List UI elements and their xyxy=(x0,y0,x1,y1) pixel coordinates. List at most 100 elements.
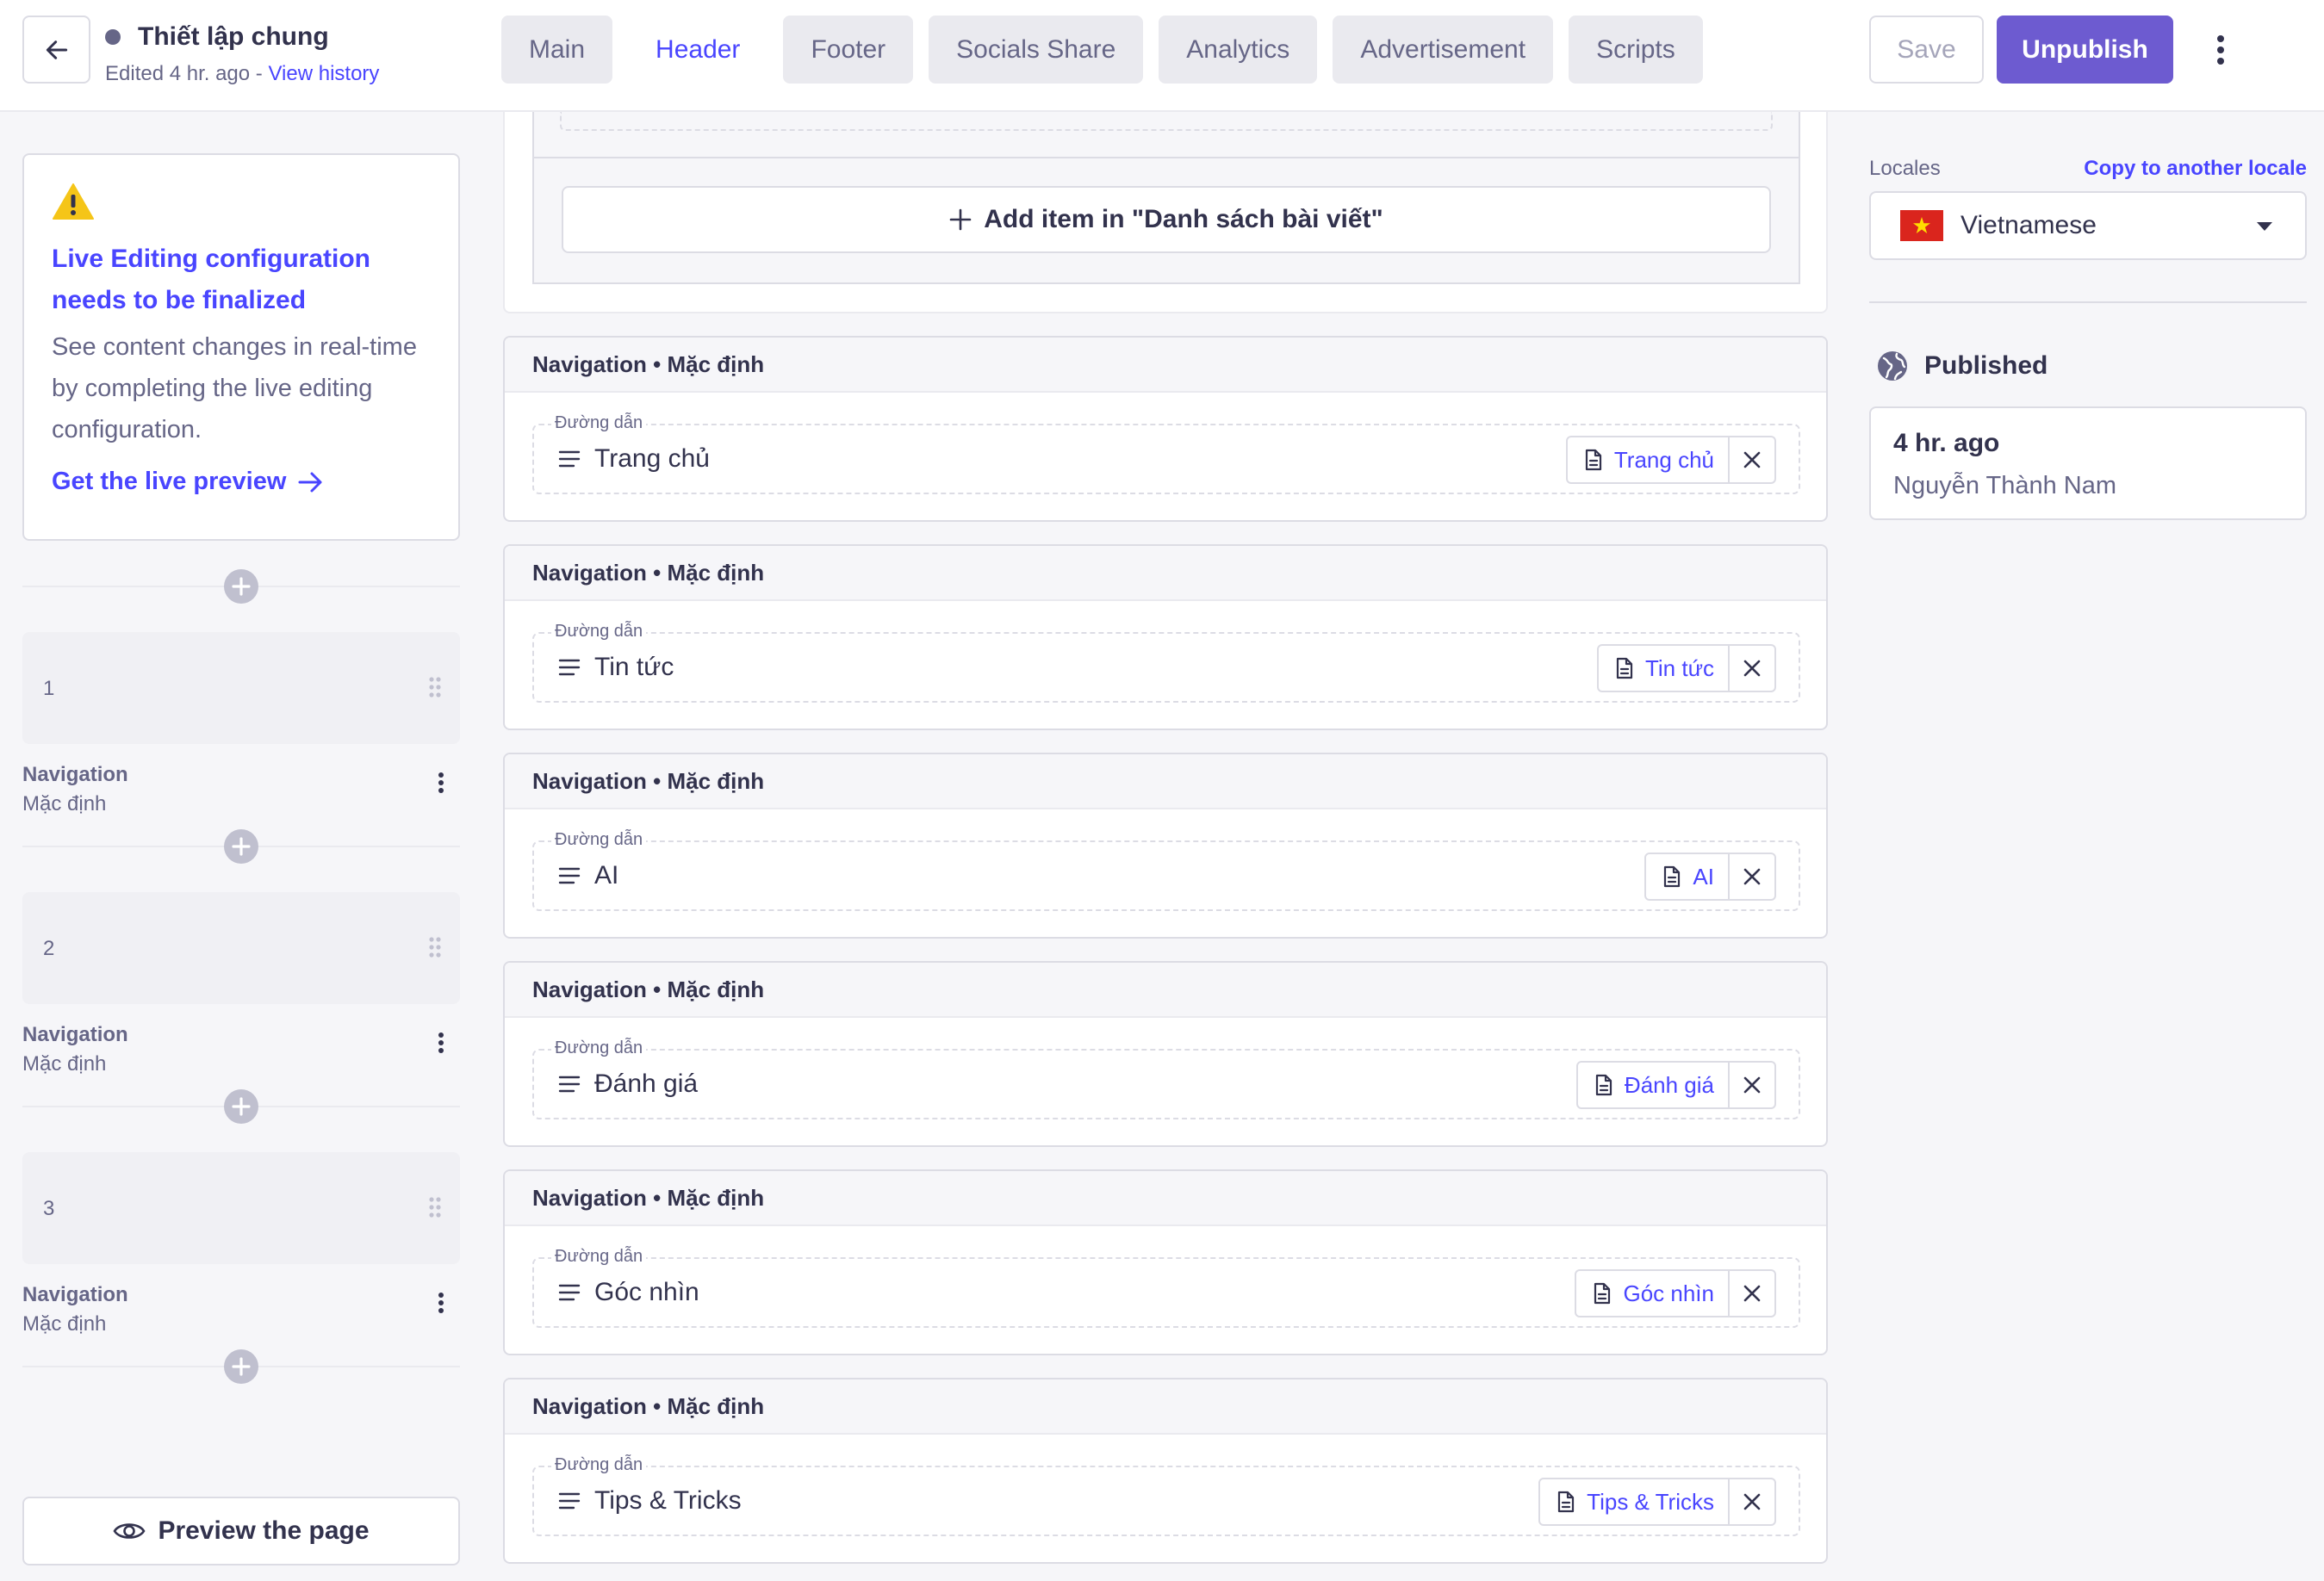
zone-component-variant: Mặc định xyxy=(22,792,107,815)
tab-main[interactable]: Main xyxy=(501,16,613,84)
component-title: Navigation • Mặc định xyxy=(505,546,1826,601)
zone-component-preview[interactable]: 3 xyxy=(22,1152,460,1264)
add-zone-divider xyxy=(22,1089,460,1124)
zone-number: 2 xyxy=(43,937,55,960)
field-value: Tin tức xyxy=(594,653,674,681)
zone-number: 3 xyxy=(43,1197,55,1220)
warning-icon xyxy=(53,183,94,220)
add-item-button[interactable]: Add item in "Danh sách bài viết" xyxy=(562,186,1771,253)
globe-icon xyxy=(1878,351,1907,381)
close-icon xyxy=(1743,867,1762,886)
relation-link[interactable]: AI xyxy=(1646,854,1730,899)
edited-text: Edited 4 hr. ago - xyxy=(105,62,269,85)
relation-chip: Góc nhìn xyxy=(1575,1269,1776,1318)
component-title: Navigation • Mặc định xyxy=(505,1171,1826,1226)
remove-relation-button[interactable] xyxy=(1730,1063,1774,1107)
relation-link[interactable]: Tin tức xyxy=(1599,646,1730,691)
more-vertical-icon xyxy=(438,772,444,794)
page-title: Thiết lập chung xyxy=(138,22,329,51)
relation-link[interactable]: Đánh giá xyxy=(1578,1063,1730,1107)
add-component-button[interactable] xyxy=(224,1349,258,1384)
navigation-component-card: Navigation • Mặc định Đường dẫn Tips & Tri… xyxy=(503,1378,1828,1564)
text-lines-icon xyxy=(558,1074,581,1094)
relation-link[interactable]: Tips & Tricks xyxy=(1540,1479,1730,1524)
close-icon xyxy=(1743,659,1762,678)
path-field[interactable]: Đường dẫn Tin tức Tin tức xyxy=(532,622,1800,703)
document-icon xyxy=(1594,1074,1614,1096)
view-history-link[interactable]: View history xyxy=(268,62,379,85)
zone-options-button[interactable] xyxy=(438,1292,444,1318)
more-options-button[interactable] xyxy=(2205,28,2236,72)
drag-handle-icon[interactable] xyxy=(427,1195,443,1219)
copy-locale-link[interactable]: Copy to another locale xyxy=(2084,157,2307,181)
remove-relation-button[interactable] xyxy=(1730,1479,1774,1524)
field-value: AI xyxy=(594,861,619,890)
add-component-button[interactable] xyxy=(224,569,258,604)
zone-options-button[interactable] xyxy=(438,1032,444,1058)
locales-header: Locales Copy to another locale xyxy=(1869,157,2307,181)
field-label: Đường dẫn xyxy=(551,1455,647,1475)
tab-footer[interactable]: Footer xyxy=(783,16,914,84)
caret-down-icon xyxy=(2257,222,2272,231)
tab-socials-share[interactable]: Socials Share xyxy=(929,16,1144,84)
previous-item-field xyxy=(560,112,1773,131)
field-value: Tips & Tricks xyxy=(594,1486,742,1515)
relation-link-label: Tin tức xyxy=(1644,654,1714,681)
relation-link[interactable]: Góc nhìn xyxy=(1576,1271,1730,1316)
field-value-wrap: Tips & Tricks xyxy=(558,1486,742,1516)
path-field[interactable]: Đường dẫn Góc nhìn Góc nhìn xyxy=(532,1247,1800,1328)
remove-relation-button[interactable] xyxy=(1730,854,1774,899)
path-field[interactable]: Đường dẫn Đánh giá Đánh giá xyxy=(532,1038,1800,1119)
published-status: Published xyxy=(1876,350,2047,382)
tab-scripts[interactable]: Scripts xyxy=(1569,16,1703,84)
field-value-wrap: Tin tức xyxy=(558,653,674,682)
field-value-wrap: Góc nhìn xyxy=(558,1278,699,1307)
zone-component-name: Navigation xyxy=(22,763,128,786)
add-component-button[interactable] xyxy=(224,829,258,864)
zone-component-meta: Navigation Mặc định xyxy=(22,744,460,815)
tab-header[interactable]: Header xyxy=(628,16,767,84)
zone-component-preview[interactable]: 1 xyxy=(22,632,460,744)
tab-analytics[interactable]: Analytics xyxy=(1159,16,1318,84)
vietnam-flag-icon xyxy=(1900,210,1943,241)
remove-relation-button[interactable] xyxy=(1730,646,1774,691)
field-label: Đường dẫn xyxy=(551,413,647,433)
zone-component-meta: Navigation Mặc định xyxy=(22,1264,460,1336)
field-value-wrap: Đánh giá xyxy=(558,1070,698,1099)
back-button[interactable] xyxy=(22,16,90,84)
save-button[interactable]: Save xyxy=(1869,16,1984,84)
plus-icon xyxy=(949,208,972,231)
plus-circle-icon xyxy=(224,1349,258,1384)
add-item-label: Add item in "Danh sách bài viết" xyxy=(984,205,1383,233)
document-icon xyxy=(1614,657,1635,679)
status-dot-icon xyxy=(105,29,121,45)
relation-link[interactable]: Trang chủ xyxy=(1568,437,1730,482)
drag-handle-icon[interactable] xyxy=(427,935,443,959)
drag-handle-icon[interactable] xyxy=(427,675,443,699)
path-field[interactable]: Đường dẫn Trang chủ Trang chủ xyxy=(532,413,1800,494)
preview-label: Preview the page xyxy=(158,1516,370,1545)
path-field[interactable]: Đường dẫn AI AI xyxy=(532,830,1800,911)
navigation-component-card: Navigation • Mặc định Đường dẫn Đánh giá Đá… xyxy=(503,961,1828,1147)
entry-title-block: Thiết lập chung Edited 4 hr. ago - View … xyxy=(105,22,379,86)
preview-page-button[interactable]: Preview the page xyxy=(22,1497,460,1566)
remove-relation-button[interactable] xyxy=(1730,1271,1774,1316)
published-label: Published xyxy=(1924,351,2048,380)
plus-circle-icon xyxy=(224,569,258,604)
published-by: Nguyễn Thành Nam xyxy=(1893,472,2117,499)
close-icon xyxy=(1743,1284,1762,1303)
field-value: Đánh giá xyxy=(594,1070,699,1098)
relation-chip: Đánh giá xyxy=(1575,1061,1776,1109)
unpublish-button[interactable]: Unpublish xyxy=(1997,16,2173,84)
relation-chip: Tin tức xyxy=(1596,644,1776,692)
zone-options-button[interactable] xyxy=(438,772,444,798)
live-preview-link[interactable]: Get the live preview xyxy=(52,468,431,496)
remove-relation-button[interactable] xyxy=(1730,437,1774,482)
text-lines-icon xyxy=(558,449,581,469)
locale-select[interactable]: Vietnamese xyxy=(1869,191,2307,260)
zone-component-preview[interactable]: 2 xyxy=(22,892,460,1004)
live-editing-alert: Live Editing configuration needs to be f… xyxy=(22,153,460,541)
path-field[interactable]: Đường dẫn Tips & Tricks Tips & Tricks xyxy=(532,1455,1800,1536)
tab-advertisement[interactable]: Advertisement xyxy=(1333,16,1554,84)
add-component-button[interactable] xyxy=(224,1089,258,1124)
